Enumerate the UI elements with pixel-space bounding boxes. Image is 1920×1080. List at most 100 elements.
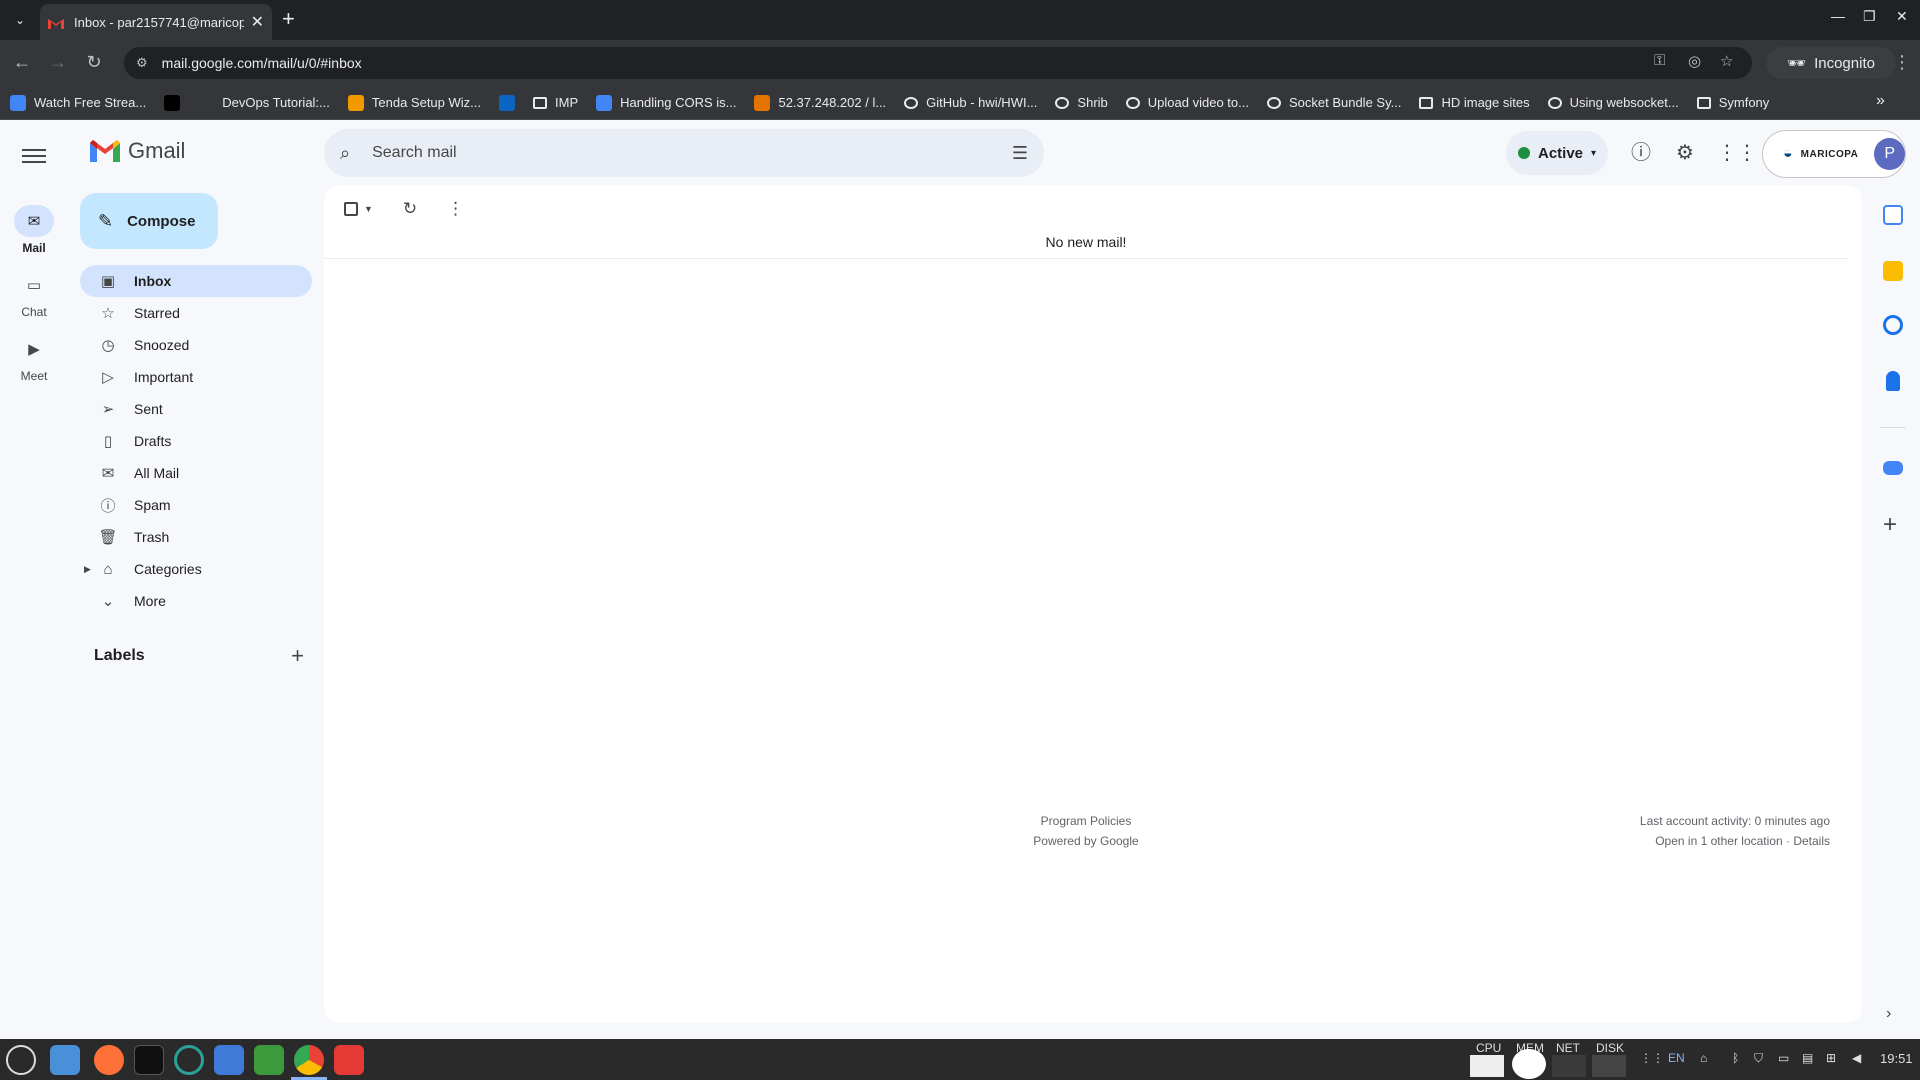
compose-button[interactable]: ✎ Compose xyxy=(80,193,218,249)
files-icon[interactable] xyxy=(214,1045,244,1075)
bookmark-item[interactable]: Shrib xyxy=(1055,95,1108,110)
rail-item-meet[interactable]: ▶ Meet xyxy=(0,333,68,383)
bookmark-item[interactable]: GitHub - hwi/HWI... xyxy=(904,95,1037,110)
add-addon-icon[interactable]: + xyxy=(1883,513,1897,537)
apps-grid-icon[interactable]: ⋮⋮ xyxy=(1717,141,1757,165)
update-icon[interactable]: ⌂ xyxy=(1700,1051,1707,1065)
storage-icon[interactable]: ▭ xyxy=(1778,1051,1789,1065)
volume-icon[interactable]: ◀ xyxy=(1852,1051,1861,1065)
search-icon[interactable]: ⌕ xyxy=(340,143,350,164)
terminal-icon[interactable] xyxy=(134,1045,164,1075)
bookmark-item[interactable]: Tenda Setup Wiz... xyxy=(347,94,481,111)
bookmark-item[interactable]: Handling CORS is... xyxy=(596,94,736,111)
bookmark-item[interactable]: Upload video to... xyxy=(1125,95,1249,110)
folder-nav: ▣ Inbox ☆ Starred ◷ Snoozed ▷ Important ➢ Sent ▯ Dr… xyxy=(80,265,312,617)
restore-icon[interactable]: ❐ xyxy=(1863,8,1876,25)
bookmark-item[interactable]: DevOps Tutorial:... xyxy=(198,94,330,111)
forward-icon[interactable]: → xyxy=(46,52,70,73)
meet-icon: ▶ xyxy=(28,341,40,358)
show-desktop-icon[interactable] xyxy=(50,1045,80,1075)
vpn-shield-icon[interactable]: ⛉ xyxy=(1754,1051,1763,1066)
bookmark-item[interactable] xyxy=(164,94,181,111)
rail-item-mail[interactable]: ✉ Mail xyxy=(0,205,68,255)
chrome-icon[interactable] xyxy=(294,1045,324,1075)
addon-icon[interactable] xyxy=(1883,461,1903,475)
refresh-icon[interactable]: ↻ xyxy=(403,199,417,219)
hide-panel-chevron-icon[interactable]: › xyxy=(1886,1005,1891,1023)
gmail-m-icon xyxy=(90,140,120,162)
nav-item-snoozed[interactable]: ◷ Snoozed xyxy=(80,329,312,361)
bookmark-item[interactable]: IMP xyxy=(533,95,578,110)
window-close-icon[interactable]: ✕ xyxy=(1896,8,1908,25)
tab-close-icon[interactable]: ✕ xyxy=(251,12,264,32)
contacts-icon[interactable] xyxy=(1886,371,1900,391)
key-icon[interactable]: ⚿ xyxy=(1654,52,1665,69)
workspace-grid-icon[interactable]: ⋮⋮ xyxy=(1640,1051,1664,1065)
bookmark-item[interactable]: Symfony xyxy=(1696,95,1769,110)
bookmark-item[interactable]: Using websocket... xyxy=(1547,95,1679,110)
add-label-icon[interactable]: + xyxy=(291,643,304,669)
nav-item-categories[interactable]: ▶ ⌂ Categories xyxy=(80,553,312,585)
tasks-icon[interactable] xyxy=(1883,315,1903,335)
network-icon[interactable]: ⊞ xyxy=(1826,1051,1836,1065)
bookmark-label: IMP xyxy=(555,95,579,110)
nav-item-drafts[interactable]: ▯ Drafts xyxy=(80,425,312,457)
firefox-icon[interactable] xyxy=(94,1045,124,1075)
nav-item-inbox[interactable]: ▣ Inbox xyxy=(80,265,312,297)
help-icon[interactable]: ⓘ xyxy=(1629,141,1653,165)
more-options-icon[interactable]: ⋮ xyxy=(447,199,464,219)
bluetooth-icon[interactable]: ᛒ xyxy=(1732,1051,1739,1065)
avatar[interactable]: P xyxy=(1874,138,1905,170)
select-all-checkbox[interactable]: ▼ xyxy=(344,202,373,216)
nav-item-starred[interactable]: ☆ Starred xyxy=(80,297,312,329)
address-bar[interactable]: ⚙ mail.google.com/mail/u/0/#inbox xyxy=(124,47,1752,79)
bookmark-item[interactable]: 52.37.248.202 / l... xyxy=(754,94,886,111)
search-bar[interactable]: ⌕ Search mail ☰ xyxy=(324,129,1044,177)
bookmark-item[interactable]: Watch Free Strea... xyxy=(10,94,146,111)
clipboard-icon[interactable]: ▤ xyxy=(1802,1051,1813,1065)
calendar-icon[interactable] xyxy=(1883,205,1903,225)
clock[interactable]: 19:51 xyxy=(1880,1051,1913,1066)
details-link[interactable]: Details xyxy=(1793,834,1830,848)
account-switcher[interactable]: ◒ MARICOPA P xyxy=(1762,130,1906,178)
keyboard-layout[interactable]: EN xyxy=(1668,1051,1685,1065)
browser-tab-inbox[interactable]: Inbox - par2157741@maricopa.edu ✕ xyxy=(40,4,272,40)
bookmark-item[interactable] xyxy=(499,94,516,111)
gmail-logo[interactable]: Gmail xyxy=(90,138,185,164)
eye-off-icon[interactable]: ◎ xyxy=(1688,52,1701,70)
search-input[interactable]: Search mail xyxy=(372,144,1012,162)
nav-item-all-mail[interactable]: ✉ All Mail xyxy=(80,457,312,489)
bookmark-item[interactable]: HD image sites xyxy=(1419,95,1530,110)
select-dropdown-icon[interactable]: ▼ xyxy=(364,204,373,214)
nav-item-important[interactable]: ▷ Important xyxy=(80,361,312,393)
expand-caret-icon[interactable]: ▶ xyxy=(84,564,91,575)
nav-item-trash[interactable]: 🗑 Trash xyxy=(80,521,312,553)
browser-menu-icon[interactable]: ⋮ xyxy=(1893,52,1911,73)
new-tab-button[interactable]: + xyxy=(282,8,295,30)
nav-label: Sent xyxy=(134,401,163,417)
image-viewer-icon[interactable] xyxy=(334,1045,364,1075)
site-info-icon[interactable]: ⚙ xyxy=(136,55,148,71)
tab-search-button[interactable]: ⌄ xyxy=(8,8,32,32)
back-icon[interactable]: ← xyxy=(10,52,34,73)
nav-item-sent[interactable]: ➢ Sent xyxy=(80,393,312,425)
start-menu-icon[interactable] xyxy=(6,1045,36,1075)
status-chip[interactable]: Active ▾ xyxy=(1506,131,1608,175)
program-policies-link[interactable]: Program Policies xyxy=(324,811,1848,831)
keep-icon[interactable] xyxy=(1883,261,1903,281)
bookmarks-overflow-icon[interactable]: » xyxy=(1876,92,1885,110)
reload-icon[interactable]: ↻ xyxy=(82,52,106,73)
settings-gear-icon[interactable]: ⚙ xyxy=(1673,141,1697,165)
shield-icon[interactable] xyxy=(254,1045,284,1075)
bookmark-item[interactable]: Socket Bundle Sy... xyxy=(1266,95,1401,110)
system-monitor-icon[interactable] xyxy=(174,1045,204,1075)
url-text: mail.google.com/mail/u/0/#inbox xyxy=(161,55,362,71)
rail-item-chat[interactable]: ▭ Chat xyxy=(0,269,68,319)
search-options-icon[interactable]: ☰ xyxy=(1012,143,1028,164)
minimize-icon[interactable]: — xyxy=(1831,8,1845,24)
rail-label: Mail xyxy=(22,241,46,255)
nav-item-more[interactable]: ⌄ More xyxy=(80,585,312,617)
incognito-badge[interactable]: 🕶 Incognito xyxy=(1766,47,1896,79)
bookmark-star-icon[interactable]: ☆ xyxy=(1720,52,1733,70)
nav-item-spam[interactable]: ⓘ Spam xyxy=(80,489,312,521)
